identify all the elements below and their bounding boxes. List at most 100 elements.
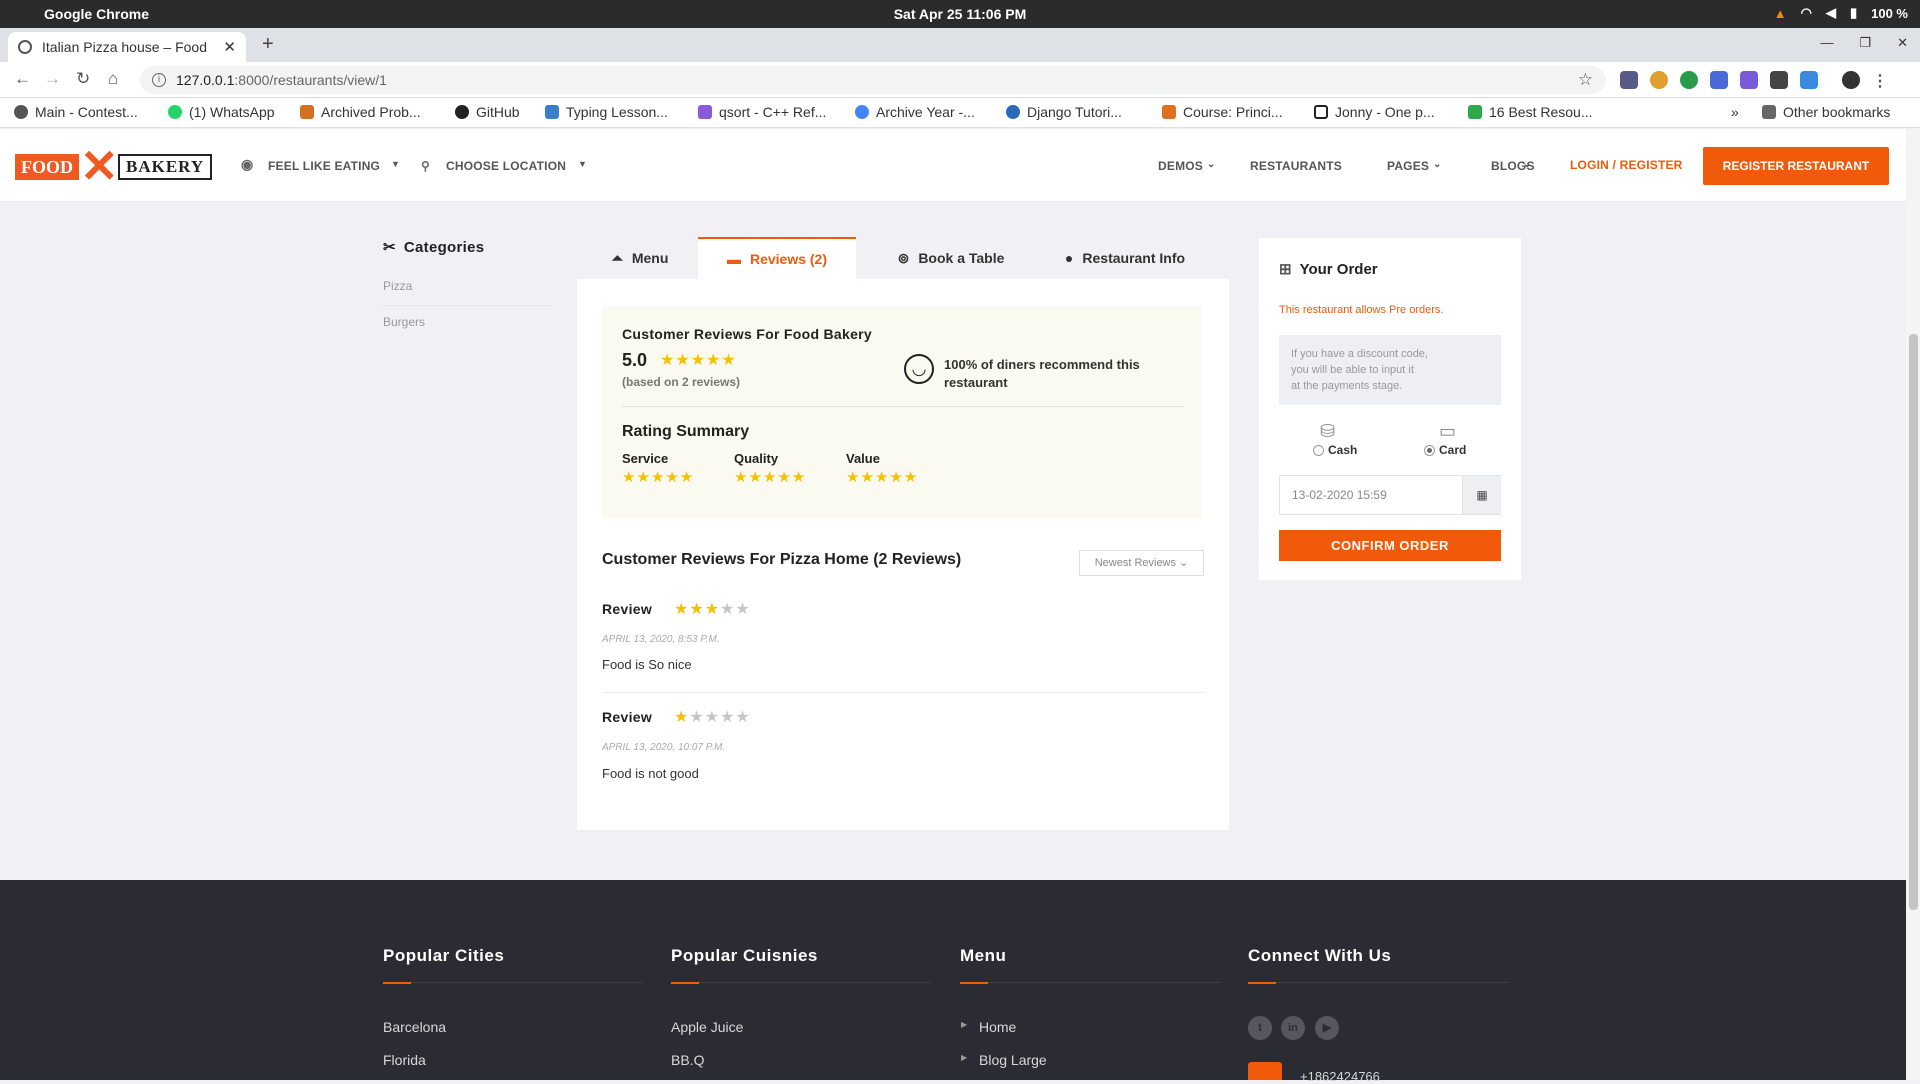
battery-icon[interactable]: ▮ [1850,5,1857,21]
close-window-icon[interactable]: ✕ [1897,35,1908,51]
scrollbar-thumb[interactable] [1909,334,1918,910]
logo-bakery-text: BAKERY [118,154,213,180]
reload-icon[interactable]: ↻ [76,69,90,89]
other-bookmarks[interactable]: Other bookmarks [1762,104,1890,120]
close-tab-icon[interactable]: ✕ [223,38,236,56]
phone-icon [1248,1062,1282,1080]
order-datetime-field[interactable]: 13-02-2020 15:59 ▦ [1279,475,1501,515]
bookmark-item[interactable]: (1) WhatsApp [168,104,275,120]
cash-radio[interactable] [1313,444,1324,456]
chevron-right-icon: ▶ [961,1053,968,1062]
tab-title: Italian Pizza house – Food [42,39,207,55]
footer-link[interactable]: Apple Juice [671,1019,743,1035]
footer-link[interactable]: BB.Q [671,1052,704,1068]
chevron-down-icon: ⌄ [1523,159,1532,170]
sort-reviews-dropdown[interactable]: Newest Reviews ⌄ [1079,550,1204,576]
recommend-percent: 100% [944,357,978,372]
bookmark-favicon [1468,105,1482,119]
minimize-icon[interactable]: — [1820,35,1833,51]
footer-link[interactable]: Florida [383,1052,426,1068]
discount-info-box: If you have a discount code, you will be… [1279,335,1501,405]
bookmark-item[interactable]: GitHub [455,104,520,120]
choose-location-dropdown[interactable]: CHOOSE LOCATION [446,159,566,173]
bookmark-item[interactable]: Django Tutori... [1006,104,1122,120]
category-item[interactable]: Pizza [383,279,551,306]
tab-restaurant-info[interactable]: ● Restaurant Info [1040,237,1210,279]
chevron-down-icon: ⌄ [1433,159,1442,170]
extension-icon[interactable] [1680,71,1698,89]
bookmark-item[interactable]: Typing Lesson... [545,104,668,120]
nav-pages[interactable]: PAGES [1387,159,1429,173]
card-radio[interactable] [1424,444,1435,456]
extension-icon[interactable] [1650,71,1668,89]
tab-menu[interactable]: ⏶ Menu [590,237,690,279]
home-icon[interactable]: ⌂ [108,69,118,89]
vlc-icon[interactable]: ▲ [1774,6,1787,21]
youtube-icon[interactable]: ▶ [1315,1016,1339,1040]
extension-icon[interactable] [1620,71,1638,89]
os-clock: Sat Apr 25 11:06 PM [893,6,1027,22]
reviews-panel: Customer Reviews For Food Bakery 5.0 ★★★… [577,279,1229,830]
comment-icon: ▬ [726,251,741,267]
nav-restaurants[interactable]: RESTAURANTS [1250,159,1342,173]
new-tab-icon[interactable]: + [262,33,274,56]
criterion-stars-value: ★★★★★ [846,469,919,486]
wifi-icon[interactable]: ◠ [1801,5,1812,21]
nav-demos[interactable]: DEMOS [1158,159,1203,173]
footer-link[interactable]: Barcelona [383,1019,446,1035]
twitter-icon[interactable]: t [1248,1016,1272,1040]
volume-icon[interactable]: ◀ [1826,5,1836,21]
site-info-icon[interactable]: i [152,73,166,87]
confirm-order-button[interactable]: CONFIRM ORDER [1279,530,1501,561]
extensions-area: ⋮ [1620,71,1888,90]
bookmark-item[interactable]: Course: Princi... [1162,104,1283,120]
bookmark-item[interactable]: Jonny - One p... [1314,104,1435,120]
utensils-icon: ✂ [383,239,396,256]
overall-score: 5.0 [622,350,648,370]
tab-book-a-table[interactable]: ⊚ Book a Table [876,237,1026,279]
tab-reviews[interactable]: ▬ Reviews (2) [698,237,856,279]
restore-icon[interactable]: ❐ [1859,35,1871,51]
bookmark-item[interactable]: qsort - C++ Ref... [698,104,826,120]
footer-heading: Connect With Us [1248,946,1392,965]
back-icon[interactable]: ← [14,69,31,89]
os-top-bar: Google Chrome Sat Apr 25 11:06 PM ▲ ◠ ◀ … [0,0,1920,28]
payment-card-option[interactable]: Card [1424,443,1466,457]
browser-tab[interactable]: Italian Pizza house – Food ✕ [8,32,246,62]
criterion-label-quality: Quality [734,451,779,466]
bookmark-item[interactable]: Archive Year -... [855,104,975,120]
url-input[interactable]: i 127.0.0.1:8000/restaurants/view/1 ☆ [140,66,1606,94]
footer-phone[interactable]: +1862424766 [1300,1069,1380,1084]
footer-link[interactable]: Home [979,1019,1016,1035]
plate-icon: ⊚ [897,249,910,266]
category-item[interactable]: Burgers [383,315,551,341]
basket-icon: ⊞ [1279,261,1292,278]
datetime-value: 13-02-2020 15:59 [1292,488,1387,502]
menu-kebab-icon[interactable]: ⋮ [1872,71,1888,90]
bookmarks-overflow[interactable]: » [1731,104,1739,120]
footer-divider [960,982,1220,984]
extension-icon[interactable] [1740,71,1758,89]
login-register-link[interactable]: LOGIN / REGISTER [1570,158,1683,172]
forward-icon[interactable]: → [44,69,61,89]
feel-like-eating-dropdown[interactable]: FEEL LIKE EATING [268,159,380,173]
bookmark-item[interactable]: Archived Prob... [300,104,421,120]
extension-icon[interactable] [1800,71,1818,89]
calendar-icon[interactable]: ▦ [1462,476,1501,514]
bookmark-item[interactable]: 16 Best Resou... [1468,104,1593,120]
register-restaurant-button[interactable]: REGISTER RESTAURANT [1703,147,1889,185]
folder-icon [1762,105,1776,119]
categories-heading: ✂ Categories [383,239,485,256]
whatsapp-icon [168,105,182,119]
payment-cash-option[interactable]: Cash [1313,443,1357,457]
rating-summary-title: Rating Summary [622,423,750,440]
bookmark-star-icon[interactable]: ☆ [1578,70,1594,90]
profile-avatar[interactable] [1842,71,1860,89]
bookmark-item[interactable]: Main - Contest... [14,104,138,120]
extension-icon[interactable] [1770,71,1788,89]
url-host: 127.0.0.1 [176,72,235,88]
reviews-list-title: Customer Reviews For Pizza Home (2 Revie… [602,551,962,568]
linkedin-icon[interactable]: in [1281,1016,1305,1040]
footer-link[interactable]: Blog Large [979,1052,1047,1068]
extension-icon[interactable] [1710,71,1728,89]
